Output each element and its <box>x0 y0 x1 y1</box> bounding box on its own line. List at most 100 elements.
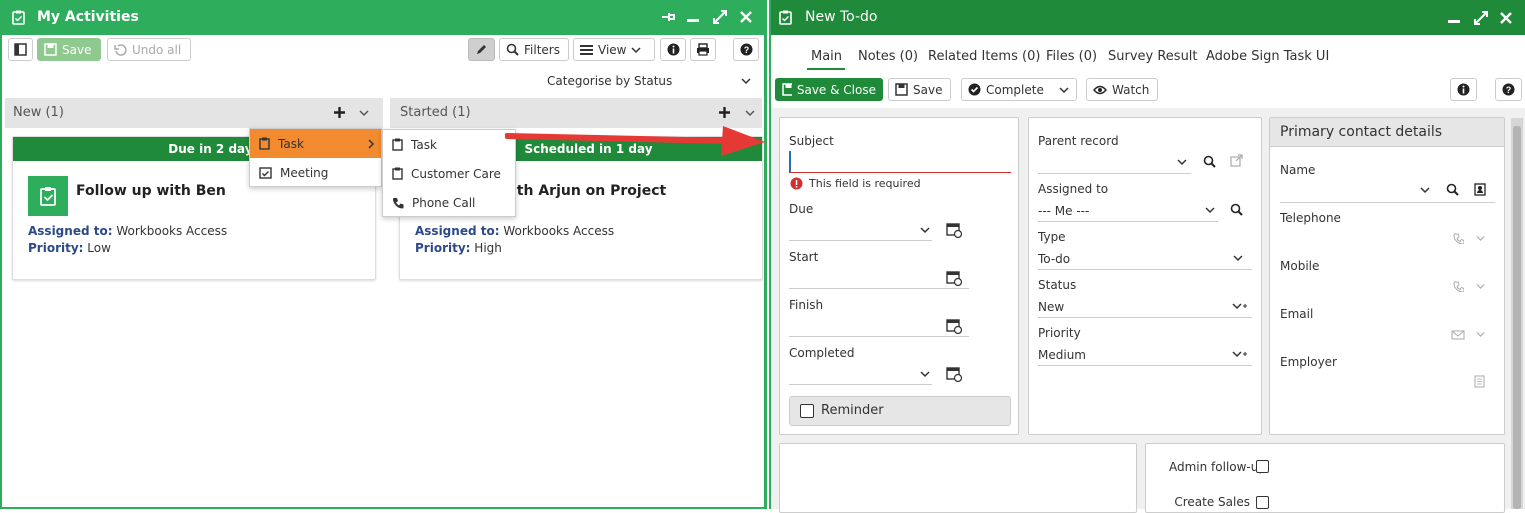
external-link-icon[interactable] <box>1230 154 1243 167</box>
start-input[interactable] <box>789 288 969 289</box>
edit-button[interactable] <box>468 38 495 61</box>
chevron-down-icon[interactable] <box>1476 331 1485 338</box>
priority-value: High <box>474 241 502 255</box>
help-button[interactable]: ? <box>733 38 759 61</box>
priority-label: Priority: <box>28 241 84 255</box>
error-icon <box>790 177 803 190</box>
lower-left-panel <box>779 443 1137 513</box>
calendar-icon[interactable] <box>946 222 962 238</box>
priority-value[interactable]: Medium <box>1038 348 1086 362</box>
submenu-item-task[interactable]: Task <box>383 130 515 159</box>
close-icon[interactable] <box>739 9 753 25</box>
finish-input[interactable] <box>789 336 969 337</box>
type-value[interactable]: To-do <box>1038 252 1070 266</box>
phone-icon <box>393 197 404 208</box>
due-input[interactable] <box>789 240 932 241</box>
close-icon[interactable] <box>1499 10 1513 26</box>
save-button[interactable]: Save <box>37 38 101 61</box>
chevron-down-icon[interactable] <box>920 226 930 234</box>
submenu-item-customer-care[interactable]: Customer Care <box>383 159 515 188</box>
maximize-icon[interactable] <box>1473 10 1489 26</box>
create-sales-checkbox[interactable] <box>1256 496 1269 509</box>
phone-icon <box>1453 233 1464 244</box>
chevron-down-plus-icon[interactable] <box>1232 350 1248 358</box>
toggle-panel-button[interactable] <box>8 38 33 61</box>
tab-related-items[interactable]: Related Items (0) <box>928 49 1040 64</box>
add-icon[interactable] <box>333 106 346 119</box>
help-button[interactable]: ? <box>1495 78 1522 101</box>
chevron-down-icon[interactable] <box>920 370 930 378</box>
phone-icon <box>1453 281 1464 292</box>
info-button[interactable] <box>660 38 686 61</box>
activity-name[interactable]: Follow up with Ben <box>76 183 226 199</box>
save-close-button[interactable]: Save & Close <box>775 78 883 101</box>
pin-icon[interactable] <box>660 9 676 25</box>
categorise-select[interactable]: Categorise by Status <box>547 74 672 88</box>
chevron-down-icon[interactable] <box>745 109 755 117</box>
submenu-item-label: Phone Call <box>412 195 476 210</box>
tab-files[interactable]: Files (0) <box>1046 49 1097 64</box>
printer-icon <box>697 43 709 56</box>
minimize-icon[interactable] <box>686 9 700 25</box>
add-icon[interactable] <box>718 106 731 119</box>
tab-adobe-sign[interactable]: Adobe Sign Task UI <box>1206 49 1329 64</box>
calendar-icon[interactable] <box>946 366 962 382</box>
categorise-chevron-icon[interactable] <box>741 77 751 85</box>
search-icon[interactable] <box>1446 183 1459 196</box>
filters-button[interactable]: Filters <box>499 38 569 61</box>
assigned-to-value[interactable]: --- Me --- <box>1038 204 1089 218</box>
due-label: Due <box>789 202 814 216</box>
chevron-down-icon <box>631 46 642 53</box>
menu-item-meeting[interactable]: Meeting <box>250 158 381 187</box>
chevron-right-icon <box>368 139 375 149</box>
search-icon[interactable] <box>1203 155 1216 168</box>
completed-input[interactable] <box>789 384 932 385</box>
reminder-toggle[interactable]: Reminder <box>789 396 1011 426</box>
chevron-down-icon[interactable] <box>1205 206 1215 214</box>
subject-label: Subject <box>789 134 834 148</box>
chevron-down-icon[interactable] <box>1476 235 1485 242</box>
chevron-down-icon[interactable] <box>1233 254 1243 262</box>
activity-name[interactable]: ith Arjun on Project <box>512 183 666 199</box>
print-button[interactable] <box>690 38 716 61</box>
type-label: Type <box>1038 230 1066 244</box>
tab-survey-result[interactable]: Survey Result <box>1108 49 1198 64</box>
chevron-down-icon[interactable] <box>1059 86 1069 94</box>
calendar-icon[interactable] <box>946 318 962 334</box>
start-label: Start <box>789 250 819 264</box>
info-button[interactable] <box>1450 78 1477 101</box>
parent-record-input[interactable] <box>1038 173 1191 174</box>
contact-card-icon[interactable] <box>1474 183 1486 196</box>
contact-name-input[interactable] <box>1280 202 1495 203</box>
complete-button[interactable]: Complete <box>961 78 1077 101</box>
chevron-down-icon[interactable] <box>1420 186 1430 194</box>
tab-notes[interactable]: Notes (0) <box>858 49 918 64</box>
search-icon <box>506 43 519 56</box>
create-sales-label: Create Sales <box>1174 495 1250 509</box>
chevron-down-icon[interactable] <box>359 109 369 117</box>
minimize-icon[interactable] <box>1447 10 1461 26</box>
undo-all-button[interactable]: Undo all <box>107 38 191 61</box>
task-submenu: Task Customer Care Phone Call <box>382 129 516 217</box>
view-dropdown[interactable]: View <box>573 38 655 61</box>
assigned-value: Workbooks Access <box>503 224 615 238</box>
maximize-icon[interactable] <box>712 9 728 25</box>
save-button[interactable]: Save <box>888 78 951 101</box>
status-value[interactable]: New <box>1038 300 1064 314</box>
tab-main[interactable]: Main <box>811 49 842 64</box>
chevron-down-icon[interactable] <box>1177 158 1187 166</box>
submenu-item-phone-call[interactable]: Phone Call <box>383 188 515 217</box>
chevron-down-icon[interactable] <box>1476 283 1485 290</box>
scrollbar-thumb[interactable] <box>1513 126 1521 509</box>
search-icon[interactable] <box>1230 203 1243 216</box>
calendar-icon[interactable] <box>946 270 962 286</box>
priority-select <box>1038 365 1252 366</box>
admin-followup-checkbox[interactable] <box>1256 460 1269 473</box>
watch-button[interactable]: Watch <box>1086 78 1158 101</box>
chevron-down-plus-icon[interactable] <box>1232 302 1248 310</box>
clipboard-icon <box>259 137 270 150</box>
undo-icon <box>114 44 127 56</box>
menu-item-task[interactable]: Task <box>250 129 381 158</box>
reminder-checkbox[interactable] <box>800 404 814 418</box>
subject-input[interactable] <box>789 151 1011 173</box>
